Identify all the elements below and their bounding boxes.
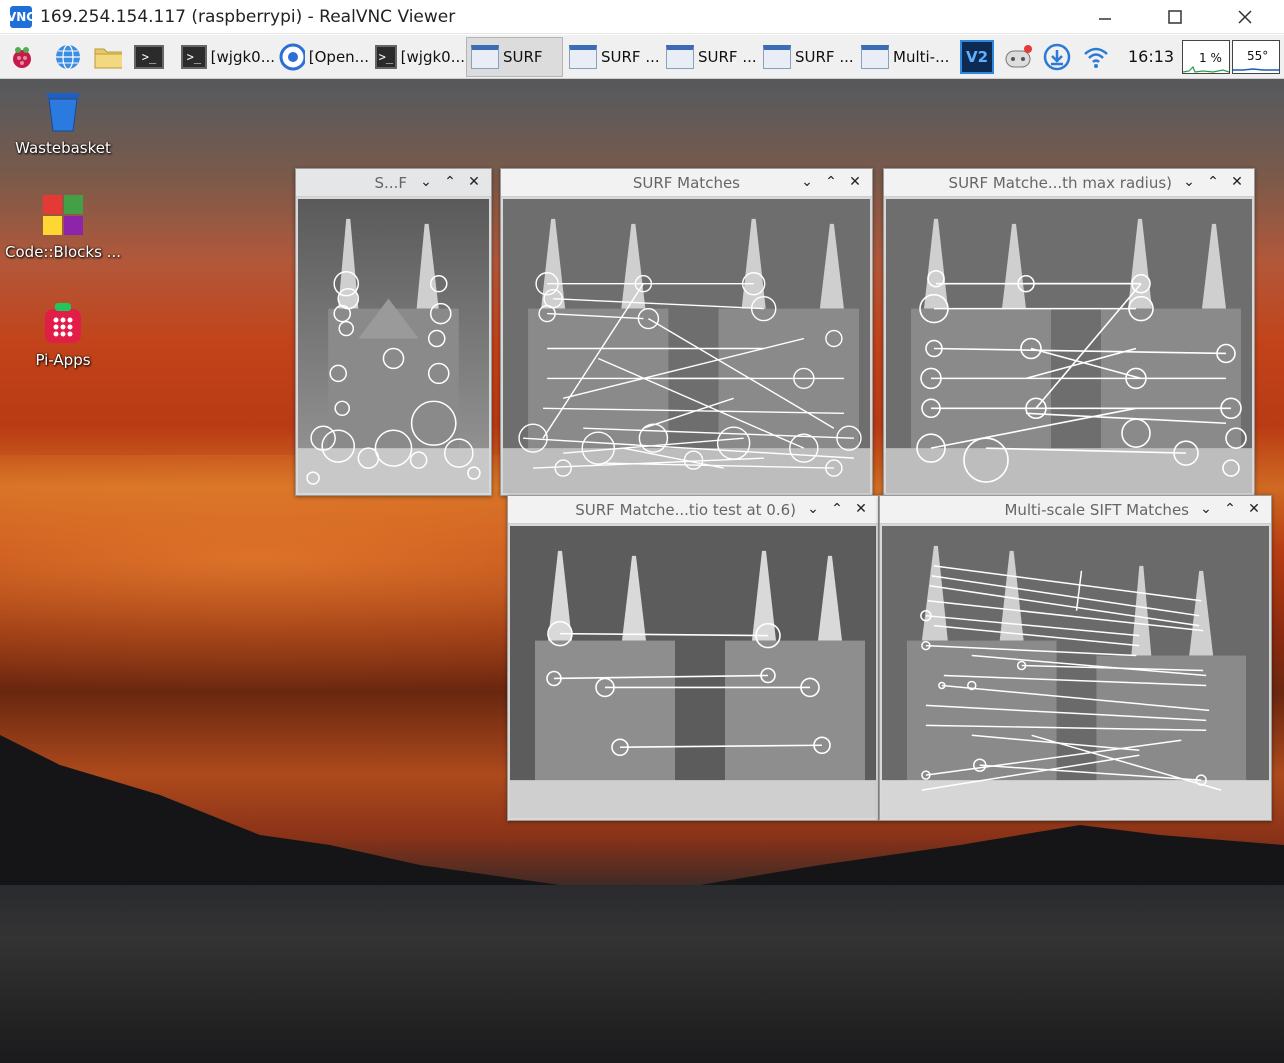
window-surf-matches[interactable]: SURF Matches ⌄ ⌃ ✕	[500, 168, 873, 496]
temperature-monitor[interactable]: 55°	[1232, 40, 1280, 74]
wallpaper-water	[0, 885, 1284, 1063]
window-multiscale-sift-matches[interactable]: Multi-scale SIFT Matches ⌄ ⌃ ✕	[879, 495, 1272, 821]
chromium-icon	[279, 43, 305, 71]
window-title: Multi-scale SIFT Matches	[1004, 501, 1189, 519]
vnc-title-bar: VNC 169.254.154.117 (raspberrypi) - Real…	[0, 0, 1284, 34]
taskbar-button-label: SURF ...	[795, 48, 854, 66]
window-title-bar[interactable]: SURF Matche...tio test at 0.6) ⌄ ⌃ ✕	[508, 496, 878, 524]
image-canvas	[510, 526, 876, 818]
image-canvas	[886, 199, 1252, 493]
clock[interactable]: 16:13	[1128, 47, 1174, 66]
image-canvas	[882, 526, 1269, 818]
wastebasket-icon	[41, 89, 85, 133]
window-shade-icon[interactable]: ⌃	[828, 500, 846, 518]
remote-desktop[interactable]: >_ >_ [wjgk0... [Open... >_ [wjgk0... SU…	[0, 35, 1284, 1063]
image-canvas	[503, 199, 870, 493]
taskbar-button-surf[interactable]: SURF	[466, 37, 563, 77]
terminal-icon: >_	[375, 45, 397, 69]
taskbar-button-label: Multi-...	[893, 48, 950, 66]
taskbar-button-label: SURF	[503, 48, 543, 66]
window-close-icon[interactable]: ✕	[852, 500, 870, 518]
wifi-icon[interactable]	[1082, 40, 1110, 74]
temp-value: 55°	[1247, 49, 1269, 63]
window-icon	[666, 45, 694, 69]
surf-radius-matches-image	[886, 199, 1252, 493]
bluetooth-icon[interactable]	[1002, 40, 1034, 74]
window-title: SURF Matche...th max radius)	[948, 174, 1172, 192]
window-menu-icon[interactable]: ⌄	[417, 173, 435, 191]
vnc-logo-icon: VNC	[7, 5, 35, 28]
window-surf-matches-ratio-test[interactable]: SURF Matche...tio test at 0.6) ⌄ ⌃ ✕	[507, 495, 879, 821]
codeblocks-icon	[41, 193, 85, 237]
vnc-server-icon[interactable]: V2	[960, 40, 994, 74]
desktop-icon-pi-apps[interactable]: Pi-Apps	[0, 301, 126, 369]
desktop-icon-label: Wastebasket	[15, 139, 111, 157]
window-surf-matches-max-radius[interactable]: SURF Matche...th max radius) ⌄ ⌃ ✕	[883, 168, 1255, 496]
web-browser-icon[interactable]	[54, 40, 82, 74]
file-manager-icon[interactable]	[94, 40, 122, 74]
window-icon	[763, 45, 791, 69]
window-menu-icon[interactable]: ⌄	[1180, 173, 1198, 191]
taskbar-button-surf-matches[interactable]: SURF ...	[564, 37, 661, 77]
sift-matches-image	[882, 526, 1269, 818]
window-title: SURF Matche...tio test at 0.6)	[575, 501, 796, 519]
taskbar-button-label: [wjgk0...	[400, 48, 465, 66]
taskbar-button-label: [wjgk0...	[210, 48, 275, 66]
terminal-icon: >_	[181, 45, 207, 69]
maximize-icon[interactable]	[1140, 0, 1210, 34]
taskbar-button-chromium[interactable]: [Open...	[274, 37, 370, 77]
window-menu-icon[interactable]: ⌄	[804, 500, 822, 518]
window-shade-icon[interactable]: ⌃	[822, 173, 840, 191]
window-shade-icon[interactable]: ⌃	[441, 173, 459, 191]
taskbar-button-label: SURF ...	[698, 48, 757, 66]
taskbar-button-terminal-1[interactable]: >_ [wjgk0...	[176, 37, 276, 77]
window-title: SURF Matches	[632, 174, 740, 192]
window-title-bar[interactable]: SURF Matches ⌄ ⌃ ✕	[501, 169, 872, 197]
window-title: S...F	[374, 174, 407, 192]
surf-matches-image	[503, 199, 870, 493]
window-icon	[569, 45, 597, 69]
desktop-icon-label: Pi-Apps	[35, 351, 91, 369]
taskbar-button-label: SURF ...	[601, 48, 660, 66]
taskbar-button-label: [Open...	[308, 48, 369, 66]
minimize-icon[interactable]	[1070, 0, 1140, 34]
taskbar: >_ >_ [wjgk0... [Open... >_ [wjgk0... SU…	[0, 35, 1284, 79]
taskbar-button-terminal-2[interactable]: >_ [wjgk0...	[370, 37, 466, 77]
window-menu-icon[interactable]: ⌄	[1197, 500, 1215, 518]
church-keypoints-image	[298, 199, 489, 493]
taskbar-button-surf-ratio[interactable]: SURF ...	[758, 37, 855, 77]
cpu-value: 1 %	[1199, 51, 1222, 65]
desktop-icon-wastebasket[interactable]: Wastebasket	[0, 89, 126, 157]
desktop-icon-codeblocks[interactable]: Code::Blocks ...	[0, 193, 126, 261]
window-icon	[471, 45, 499, 69]
window-close-icon[interactable]: ✕	[465, 173, 483, 191]
window-icon	[861, 45, 889, 69]
window-menu-icon[interactable]: ⌄	[798, 173, 816, 191]
pi-apps-icon	[41, 301, 85, 345]
raspberry-menu-icon[interactable]	[8, 40, 36, 74]
close-icon[interactable]	[1210, 0, 1280, 34]
window-shade-icon[interactable]: ⌃	[1221, 500, 1239, 518]
vnc-window-title: 169.254.154.117 (raspberrypi) - RealVNC …	[40, 6, 456, 27]
desktop-icon-label: Code::Blocks ...	[5, 243, 121, 261]
window-close-icon[interactable]: ✕	[1245, 500, 1263, 518]
window-shade-icon[interactable]: ⌃	[1204, 173, 1222, 191]
updates-icon[interactable]	[1042, 40, 1072, 74]
taskbar-button-multiscale[interactable]: Multi-...	[856, 37, 953, 77]
window-surf[interactable]: S...F ⌄ ⌃ ✕	[295, 168, 492, 496]
window-close-icon[interactable]: ✕	[1228, 173, 1246, 191]
window-title-bar[interactable]: SURF Matche...th max radius) ⌄ ⌃ ✕	[884, 169, 1254, 197]
window-title-bar[interactable]: S...F ⌄ ⌃ ✕	[296, 169, 491, 197]
terminal-icon[interactable]: >_	[134, 40, 164, 74]
surf-ratio-matches-image	[510, 526, 876, 818]
window-close-icon[interactable]: ✕	[846, 173, 864, 191]
image-canvas	[298, 199, 489, 493]
taskbar-button-surf-radius[interactable]: SURF ...	[661, 37, 758, 77]
cpu-monitor[interactable]: 1 %	[1182, 40, 1230, 74]
window-title-bar[interactable]: Multi-scale SIFT Matches ⌄ ⌃ ✕	[880, 496, 1271, 524]
